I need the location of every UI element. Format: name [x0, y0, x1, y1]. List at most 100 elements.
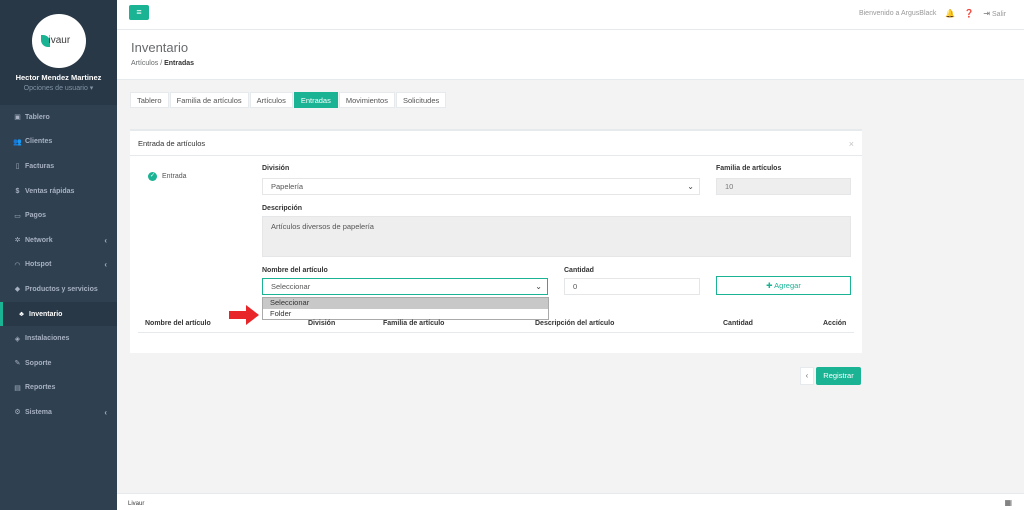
- sidebar-item-inventario[interactable]: ♣ Inventario: [0, 301, 117, 327]
- chevron-down-icon: ⌄: [535, 282, 542, 291]
- sidebar-item-label: Soporte: [25, 359, 52, 367]
- th-description: Descripción del artículo: [535, 320, 615, 327]
- sidebar-item-facturas[interactable]: ▯ Facturas: [0, 154, 117, 179]
- family-label: Familia de artículos: [716, 165, 782, 172]
- sidebar-item-label: Hotspot: [25, 261, 52, 269]
- quantity-value: 0: [573, 282, 578, 291]
- entry-radio[interactable]: ✓ Entrada: [148, 172, 187, 181]
- dollar-icon: $: [15, 187, 20, 195]
- breadcrumb: Artículos / Entradas: [131, 60, 194, 67]
- logout-label: Salir: [991, 11, 1006, 18]
- user-options-dropdown[interactable]: Opciones de usuario ▾: [0, 84, 117, 92]
- article-name-select[interactable]: Seleccionar ⌄: [262, 278, 548, 295]
- division-value: Papelería: [271, 182, 304, 191]
- sidebar-item-network[interactable]: ✲ Network ‹: [0, 228, 117, 253]
- th-article-name: Nombre del artículo: [145, 320, 211, 327]
- tab-familia-de-artículos[interactable]: Familia de artículos: [169, 92, 249, 108]
- user-name: Hector Mendez Martinez: [15, 73, 102, 82]
- close-icon[interactable]: ×: [849, 139, 854, 149]
- bell-icon[interactable]: 🔔: [945, 9, 955, 18]
- sidebar-item-pagos[interactable]: ▭ Pagos: [0, 203, 117, 228]
- breadcrumb-parent[interactable]: Artículos: [131, 60, 158, 67]
- footer-text: Livaur: [128, 501, 145, 507]
- division-label: División: [262, 165, 290, 172]
- plug-icon: ◈: [14, 335, 21, 343]
- sidebar-item-hotspot[interactable]: ◠ Hotspot ‹: [0, 253, 117, 278]
- th-action: Acción: [823, 320, 847, 327]
- division-select[interactable]: Papelería ⌄: [262, 178, 700, 195]
- check-circle-icon: ✓: [148, 172, 157, 181]
- menu-toggle-button[interactable]: ≡: [129, 5, 149, 20]
- chevron-left-icon: ‹: [104, 260, 107, 270]
- sidebar-item-label: Inventario: [29, 310, 63, 318]
- tab-entradas[interactable]: Entradas: [293, 92, 338, 108]
- sidebar-item-soporte[interactable]: ✎ Soporte: [0, 351, 117, 376]
- page-title: Inventario: [131, 40, 189, 55]
- tab-tablero[interactable]: Tablero: [130, 92, 169, 108]
- avatar[interactable]: ivaur: [31, 14, 86, 68]
- add-button[interactable]: ✚ Agregar: [716, 276, 851, 295]
- sidebar-item-label: Network: [25, 236, 53, 244]
- description-value: Artículos diversos de papelería: [271, 222, 374, 231]
- sidebar-item-label: Sistema: [25, 408, 52, 416]
- sidebar-item-instalaciones[interactable]: ◈ Instalaciones: [0, 326, 117, 351]
- footer: Livaur ▦: [117, 493, 1024, 510]
- calculator-icon[interactable]: ▦: [1004, 498, 1012, 507]
- sidebar-item-label: Clientes: [25, 138, 53, 146]
- sidebar-item-productos-y-servicios[interactable]: ◆ Productos y servicios: [0, 277, 117, 302]
- sidebar-item-label: Reportes: [25, 384, 56, 392]
- panel-title: Entrada de artículos: [130, 131, 862, 156]
- article-options-dropdown: Seleccionar Folder: [262, 297, 549, 320]
- sidebar-item-tablero[interactable]: ▣ Tablero: [0, 105, 117, 130]
- sidebar-item-label: Productos y servicios: [25, 285, 98, 293]
- sidebar-item-sistema[interactable]: ⚙ Sistema ‹: [0, 400, 117, 425]
- red-arrow-icon: [229, 305, 259, 325]
- tab-solicitudes[interactable]: Solicitudes: [395, 92, 447, 108]
- help-icon[interactable]: ❓: [964, 9, 974, 18]
- article-name-label: Nombre del artículo: [262, 267, 328, 274]
- tag-icon: ◆: [14, 286, 21, 294]
- dropdown-option[interactable]: Folder: [263, 309, 548, 320]
- sidebar-item-label: Pagos: [25, 212, 47, 220]
- th-quantity: Cantidad: [723, 320, 753, 327]
- logo-text: ivaur: [48, 35, 71, 46]
- money-icon: ▭: [14, 212, 21, 220]
- chevron-down-icon: ⌄: [687, 182, 694, 191]
- sidebar-item-label: Tablero: [25, 113, 50, 121]
- quantity-label: Cantidad: [564, 267, 594, 274]
- sidebar-item-ventas-rápidas[interactable]: $ Ventas rápidas: [0, 179, 117, 204]
- description-label: Descripción: [262, 205, 303, 212]
- sidebar-item-reportes[interactable]: ▤ Reportes: [0, 376, 117, 401]
- tab-artículos[interactable]: Artículos: [249, 92, 293, 108]
- hamburger-icon: ≡: [136, 7, 142, 17]
- sidebar-item-clientes[interactable]: 👥 Clientes: [0, 130, 117, 155]
- chevron-left-icon: ‹: [104, 235, 107, 245]
- tab-bar: Tablero Familia de artículos Artículos Entr…: [130, 92, 447, 108]
- dropdown-option[interactable]: Seleccionar: [263, 298, 548, 309]
- sidebar-item-label: Ventas rápidas: [25, 187, 75, 195]
- plus-icon: ✚: [766, 281, 773, 290]
- logout-link[interactable]: ⇥ Salir: [983, 9, 1006, 18]
- sidebar-item-label: Instalaciones: [25, 335, 70, 343]
- dashboard-icon: ▣: [14, 114, 21, 122]
- family-value: 10: [725, 182, 734, 191]
- wrench-icon: ✎: [14, 360, 21, 368]
- sidebar: ivaur Hector Mendez Martinez Opciones de…: [0, 0, 117, 510]
- quantity-input[interactable]: 0: [564, 278, 700, 295]
- family-field: 10: [716, 178, 851, 195]
- file-icon: ▯: [15, 163, 20, 171]
- entry-radio-label: Entrada: [162, 173, 187, 180]
- add-button-label: Agregar: [774, 281, 801, 290]
- back-button[interactable]: ‹: [800, 367, 814, 385]
- book-icon: ▤: [14, 384, 21, 392]
- register-button[interactable]: Registrar: [816, 367, 861, 385]
- tab-movimientos[interactable]: Movimientos: [338, 92, 395, 108]
- network-icon: ✲: [14, 237, 21, 245]
- users-icon: 👥: [13, 138, 22, 146]
- top-navbar: ≡ Bienvenido a ArgusBlack 🔔 ❓ ⇥ Salir: [117, 0, 1024, 30]
- breadcrumb-current: Entradas: [164, 60, 195, 67]
- chevron-left-icon: ‹: [104, 407, 107, 417]
- wifi-icon: ◠: [14, 261, 21, 269]
- description-textarea[interactable]: Artículos diversos de papelería: [262, 216, 851, 257]
- sidebar-nav: ▣ Tablero 👥 Clientes ▯ Facturas $ Ventas rápida…: [0, 105, 117, 425]
